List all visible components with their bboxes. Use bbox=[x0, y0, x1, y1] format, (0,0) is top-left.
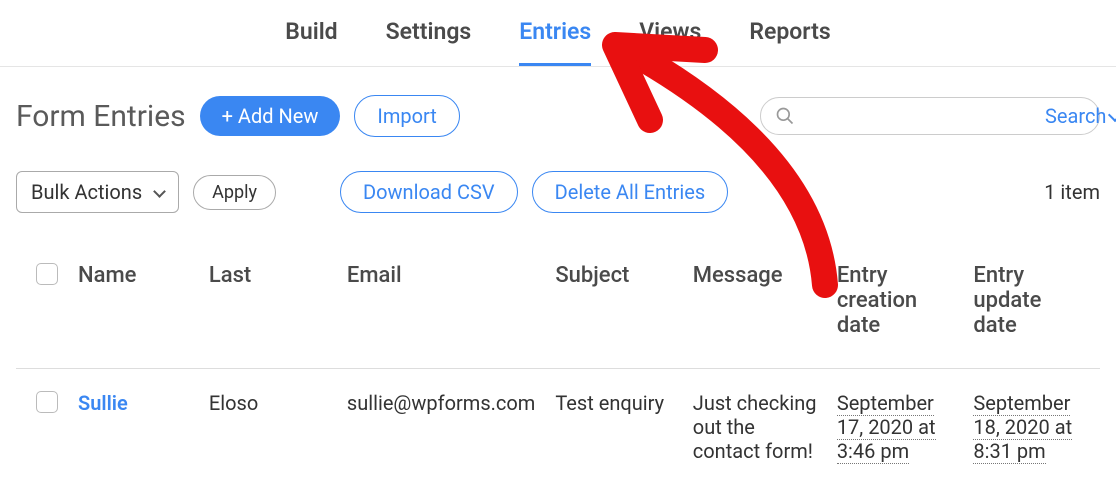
column-header-name[interactable]: Name bbox=[68, 249, 199, 369]
entry-last: Eloso bbox=[199, 369, 337, 486]
tab-build[interactable]: Build bbox=[285, 18, 337, 66]
search-dropdown[interactable]: Search bbox=[1035, 104, 1116, 128]
search-box: Search bbox=[760, 97, 1100, 135]
entry-name-link[interactable]: Sullie bbox=[78, 391, 128, 415]
header-row: Form Entries + Add New Import Search bbox=[0, 67, 1116, 137]
entry-email: sullie@wpforms.com bbox=[337, 369, 545, 486]
column-header-update[interactable]: Entry update date bbox=[963, 249, 1100, 369]
column-header-message[interactable]: Message bbox=[683, 249, 827, 369]
add-new-button[interactable]: + Add New bbox=[200, 96, 341, 136]
top-nav: Build Settings Entries Views Reports bbox=[0, 0, 1116, 67]
row-checkbox[interactable] bbox=[36, 391, 58, 413]
table-row: Sullie Eloso sullie@wpforms.com Test enq… bbox=[16, 369, 1100, 486]
plus-icon: + bbox=[222, 104, 233, 128]
import-button[interactable]: Import bbox=[354, 95, 459, 137]
item-count: 1 item bbox=[1044, 180, 1100, 204]
chevron-down-icon bbox=[153, 185, 166, 198]
column-header-subject[interactable]: Subject bbox=[545, 249, 682, 369]
column-header-creation[interactable]: Entry creation date bbox=[827, 249, 964, 369]
entry-subject: Test enquiry bbox=[545, 369, 682, 486]
chevron-down-icon bbox=[1108, 107, 1116, 121]
select-all-checkbox[interactable] bbox=[36, 263, 58, 285]
apply-button[interactable]: Apply bbox=[193, 175, 276, 210]
tab-entries[interactable]: Entries bbox=[519, 18, 591, 66]
tab-settings[interactable]: Settings bbox=[386, 18, 472, 66]
entries-table: Name Last Email Subject Message Entry cr… bbox=[16, 249, 1100, 485]
download-csv-button[interactable]: Download CSV bbox=[340, 171, 518, 213]
bulk-actions-select[interactable]: Bulk Actions bbox=[16, 171, 179, 213]
delete-all-button[interactable]: Delete All Entries bbox=[532, 171, 729, 213]
entry-creation-date: September 17, 2020 at 3:46 pm bbox=[837, 391, 936, 464]
action-row: Bulk Actions Apply Download CSV Delete A… bbox=[0, 137, 1116, 213]
page-title: Form Entries bbox=[16, 99, 186, 134]
column-header-last[interactable]: Last bbox=[199, 249, 337, 369]
column-header-email[interactable]: Email bbox=[337, 249, 545, 369]
search-input[interactable] bbox=[803, 106, 1035, 127]
entry-message: Just checking out the contact form! bbox=[683, 369, 827, 486]
search-icon bbox=[775, 106, 795, 126]
bulk-actions-label: Bulk Actions bbox=[31, 180, 142, 204]
entry-update-date: September 18, 2020 at 8:31 pm bbox=[973, 391, 1072, 464]
tab-views[interactable]: Views bbox=[639, 18, 701, 66]
tab-reports[interactable]: Reports bbox=[749, 18, 830, 66]
search-dropdown-label: Search bbox=[1045, 104, 1106, 128]
add-new-label: Add New bbox=[238, 104, 318, 128]
